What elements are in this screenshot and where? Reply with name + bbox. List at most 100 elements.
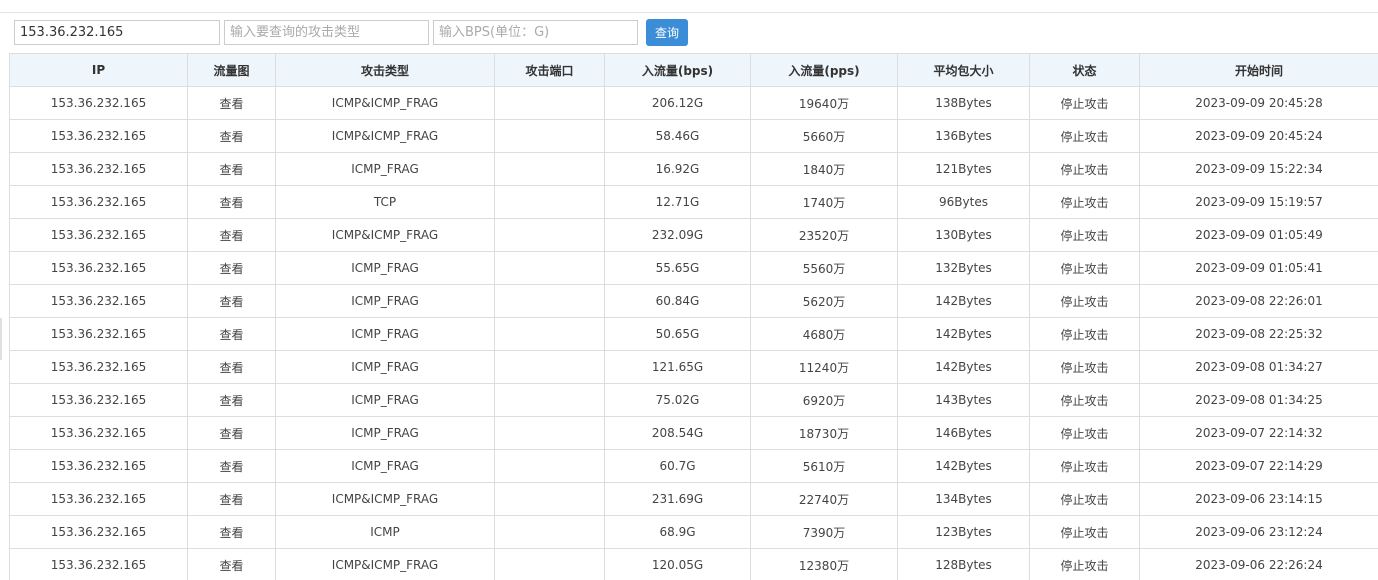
ip-cell: 153.36.232.165 [9,482,188,516]
attack-port-cell [494,119,605,153]
start-time-cell: 2023-09-08 22:26:01 [1139,284,1378,318]
inbound-bps-cell: 60.84G [604,284,751,318]
column-header-traffic-chart: 流量图 [187,53,276,87]
table-row: 153.36.232.165 查看 ICMP_FRAG 55.65G 5560万 132B… [9,251,1378,285]
view-chart-link[interactable]: 查看 [187,251,276,285]
attack-type-cell: TCP [275,185,495,219]
column-header-inbound-bps: 入流量(bps) [604,53,751,87]
view-chart-link[interactable]: 查看 [187,86,276,120]
attack-port-cell [494,449,605,483]
left-edge-divider [0,318,2,360]
avg-packet-size-cell: 128Bytes [897,548,1030,580]
status-cell: 停止攻击 [1029,548,1140,580]
query-button[interactable]: 查询 [646,18,688,46]
inbound-pps-cell: 11240万 [750,350,898,384]
attack-type-cell: ICMP&ICMP_FRAG [275,548,495,580]
attack-port-cell [494,86,605,120]
inbound-bps-cell: 121.65G [604,350,751,384]
inbound-pps-cell: 6920万 [750,383,898,417]
view-chart-link[interactable]: 查看 [187,218,276,252]
column-header-attack-port: 攻击端口 [494,53,605,87]
inbound-bps-cell: 16.92G [604,152,751,186]
inbound-bps-cell: 231.69G [604,482,751,516]
attack-port-cell [494,416,605,450]
avg-packet-size-cell: 123Bytes [897,515,1030,549]
status-cell: 停止攻击 [1029,515,1140,549]
inbound-bps-cell: 208.54G [604,416,751,450]
avg-packet-size-cell: 136Bytes [897,119,1030,153]
attack-port-cell [494,515,605,549]
table-row: 153.36.232.165 查看 ICMP&ICMP_FRAG 232.09G 235… [9,218,1378,252]
inbound-pps-cell: 23520万 [750,218,898,252]
attack-port-cell [494,284,605,318]
inbound-pps-cell: 4680万 [750,317,898,351]
avg-packet-size-cell: 96Bytes [897,185,1030,219]
attack-port-cell [494,152,605,186]
avg-packet-size-cell: 142Bytes [897,350,1030,384]
view-chart-link[interactable]: 查看 [187,482,276,516]
start-time-cell: 2023-09-09 01:05:49 [1139,218,1378,252]
status-cell: 停止攻击 [1029,86,1140,120]
table-row: 153.36.232.165 查看 ICMP_FRAG 16.92G 1840万 121B… [9,152,1378,186]
column-header-status: 状态 [1029,53,1140,87]
view-chart-link[interactable]: 查看 [187,317,276,351]
ip-cell: 153.36.232.165 [9,515,188,549]
view-chart-link[interactable]: 查看 [187,383,276,417]
inbound-pps-cell: 5610万 [750,449,898,483]
table-row: 153.36.232.165 查看 ICMP_FRAG 121.65G 11240万 14… [9,350,1378,384]
ip-input[interactable] [14,19,220,45]
view-chart-link[interactable]: 查看 [187,449,276,483]
ip-cell: 153.36.232.165 [9,317,188,351]
attack-port-cell [494,185,605,219]
table-row: 153.36.232.165 查看 ICMP_FRAG 208.54G 18730万 14… [9,416,1378,450]
status-cell: 停止攻击 [1029,185,1140,219]
view-chart-link[interactable]: 查看 [187,185,276,219]
inbound-bps-cell: 232.09G [604,218,751,252]
ip-cell: 153.36.232.165 [9,251,188,285]
view-chart-link[interactable]: 查看 [187,119,276,153]
view-chart-link[interactable]: 查看 [187,152,276,186]
attack-type-cell: ICMP&ICMP_FRAG [275,218,495,252]
avg-packet-size-cell: 142Bytes [897,449,1030,483]
status-cell: 停止攻击 [1029,251,1140,285]
attack-type-cell: ICMP [275,515,495,549]
avg-packet-size-cell: 142Bytes [897,284,1030,318]
attack-log-page: 查询 IP 流量图 攻击类型 攻击端口 入流量(bps [0,0,1378,580]
attack-type-cell: ICMP_FRAG [275,284,495,318]
view-chart-link[interactable]: 查看 [187,515,276,549]
start-time-cell: 2023-09-08 01:34:27 [1139,350,1378,384]
top-divider [0,12,1378,13]
inbound-pps-cell: 19640万 [750,86,898,120]
table-header: IP 流量图 攻击类型 攻击端口 入流量(bps) 入流量(pps) 平均包大小… [9,53,1378,87]
attack-type-input[interactable] [224,19,429,45]
inbound-pps-cell: 7390万 [750,515,898,549]
table-body: 153.36.232.165 查看 ICMP&ICMP_FRAG 206.12G 196… [9,86,1378,580]
ip-cell: 153.36.232.165 [9,185,188,219]
attack-port-cell [494,317,605,351]
avg-packet-size-cell: 142Bytes [897,317,1030,351]
attack-table: IP 流量图 攻击类型 攻击端口 入流量(bps) 入流量(pps) 平均包大小… [9,53,1378,580]
attack-port-cell [494,482,605,516]
inbound-pps-cell: 5560万 [750,251,898,285]
avg-packet-size-cell: 130Bytes [897,218,1030,252]
ip-cell: 153.36.232.165 [9,416,188,450]
view-chart-link[interactable]: 查看 [187,548,276,580]
status-cell: 停止攻击 [1029,152,1140,186]
ip-cell: 153.36.232.165 [9,119,188,153]
table-row: 153.36.232.165 查看 ICMP_FRAG 75.02G 6920万 143B… [9,383,1378,417]
status-cell: 停止攻击 [1029,119,1140,153]
view-chart-link[interactable]: 查看 [187,350,276,384]
ip-cell: 153.36.232.165 [9,284,188,318]
bps-input[interactable] [433,19,638,45]
status-cell: 停止攻击 [1029,383,1140,417]
attack-type-cell: ICMP&ICMP_FRAG [275,482,495,516]
attack-type-cell: ICMP_FRAG [275,449,495,483]
view-chart-link[interactable]: 查看 [187,416,276,450]
view-chart-link[interactable]: 查看 [187,284,276,318]
status-cell: 停止攻击 [1029,416,1140,450]
start-time-cell: 2023-09-09 15:22:34 [1139,152,1378,186]
avg-packet-size-cell: 134Bytes [897,482,1030,516]
inbound-pps-cell: 22740万 [750,482,898,516]
search-toolbar: 查询 [14,18,688,46]
attack-type-cell: ICMP_FRAG [275,350,495,384]
